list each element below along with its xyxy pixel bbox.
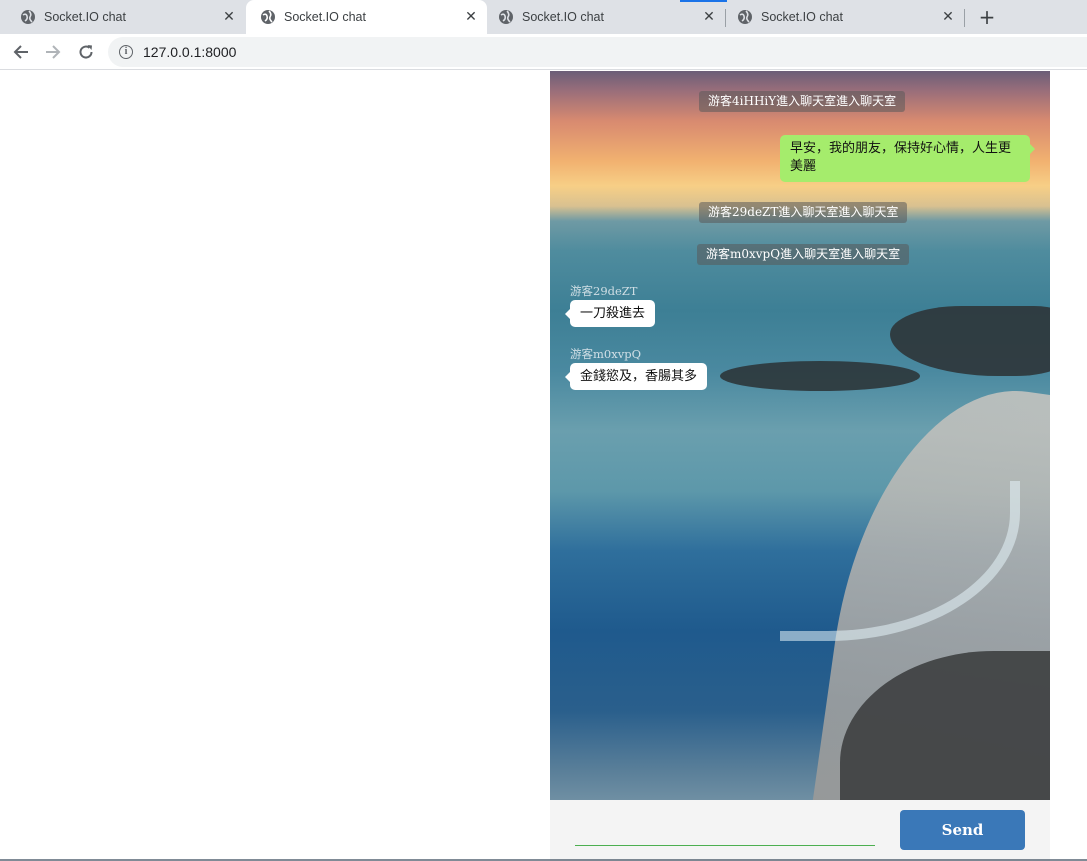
system-message: 游客4iHHiY進入聊天室進入聊天室 [699,91,906,112]
chat-background: 游客4iHHiY進入聊天室進入聊天室 早安，我的朋友，保持好心情，人生更美麗 游… [550,71,1050,800]
background-rocks [720,361,920,391]
message-composer: Send [550,800,1050,861]
close-tab-icon[interactable]: ✕ [221,9,237,25]
globe-icon [21,10,35,24]
close-tab-icon[interactable]: ✕ [940,9,956,25]
message-bubble: 一刀殺進去 [564,300,656,327]
message-input[interactable] [575,818,875,846]
tab-separator [964,9,965,27]
globe-icon [261,10,275,24]
reload-button[interactable] [73,39,99,65]
info-icon[interactable]: i [119,45,133,59]
tab-title: Socket.IO chat [761,10,843,24]
tab-3[interactable]: Socket.IO chat ✕ [487,0,725,34]
chat-container: 游客4iHHiY進入聊天室進入聊天室 早安，我的朋友，保持好心情，人生更美麗 游… [550,71,1050,861]
back-button[interactable] [8,39,34,65]
background-rocks [890,306,1050,376]
message-username: 游客m0xvpQ [570,347,641,361]
tab-1[interactable]: Socket.IO chat ✕ [0,0,245,34]
tab-4[interactable]: Socket.IO chat ✕ [726,0,964,34]
own-message-bubble: 早安，我的朋友，保持好心情，人生更美麗 [780,135,1035,182]
reload-icon [79,45,93,59]
tab-2[interactable]: Socket.IO chat ✕ [246,0,487,34]
arrow-right-icon [46,45,61,59]
tab-strip: Socket.IO chat ✕ Socket.IO chat ✕ Socket… [0,0,1087,34]
tab-title: Socket.IO chat [522,10,604,24]
message-bubble: 金錢慾及，香腸其多 [564,363,708,390]
message-username: 游客29deZT [570,284,638,298]
close-tab-icon[interactable]: ✕ [463,9,479,25]
send-button[interactable]: Send [900,810,1025,850]
tab-title: Socket.IO chat [44,10,126,24]
globe-icon [499,10,513,24]
plus-icon: + [978,5,996,29]
system-message: 游客29deZT進入聊天室進入聊天室 [699,202,908,223]
tab-title: Socket.IO chat [284,10,366,24]
address-bar[interactable]: i 127.0.0.1:8000 [108,37,1087,67]
close-tab-icon[interactable]: ✕ [701,9,717,25]
arrow-left-icon [13,45,28,59]
browser-toolbar: i 127.0.0.1:8000 [0,34,1087,70]
system-message: 游客m0xvpQ進入聊天室進入聊天室 [697,244,910,265]
forward-button[interactable] [40,39,66,65]
globe-icon [738,10,752,24]
url-text: 127.0.0.1:8000 [143,44,237,60]
new-tab-button[interactable]: + [975,5,999,29]
